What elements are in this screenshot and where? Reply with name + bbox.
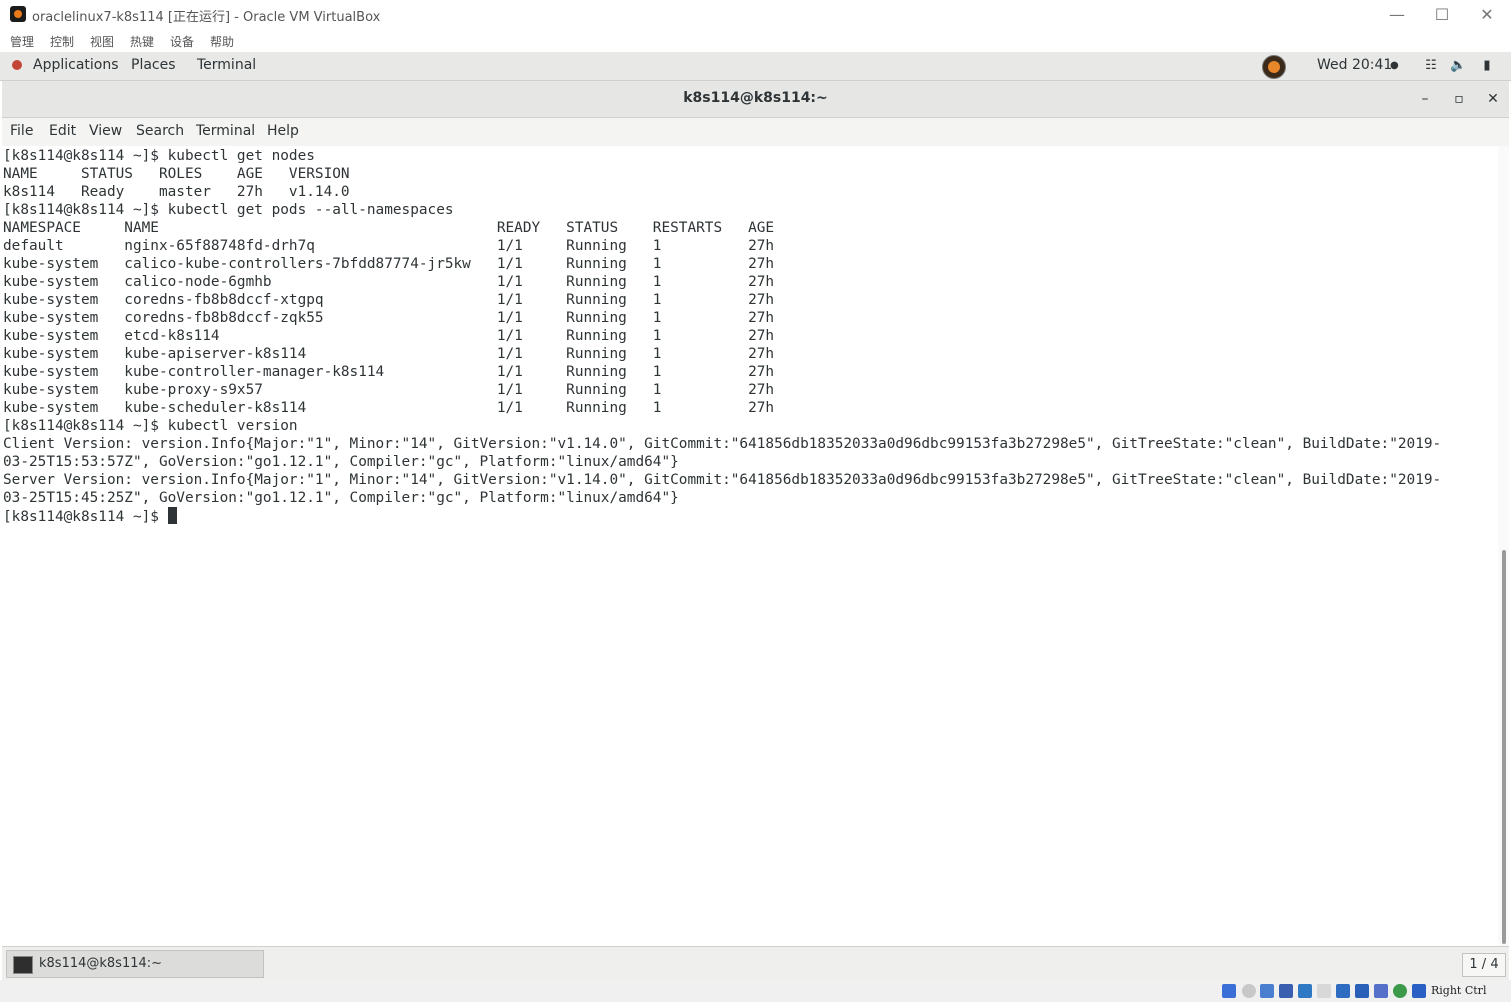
terminal-prompt: [k8s114@k8s114 ~]$ — [3, 509, 168, 525]
terminal-maximize-button[interactable]: ▫ — [1449, 89, 1469, 109]
battery-icon[interactable]: ▮ — [1479, 58, 1495, 74]
clock[interactable]: Wed 20:41 — [1317, 57, 1392, 73]
menu-view[interactable]: View — [89, 123, 122, 139]
video-capture-icon[interactable] — [1355, 984, 1369, 998]
terminal-output: [k8s114@k8s114 ~]$ kubectl get nodes NAM… — [3, 148, 1442, 506]
terminal-menubar: File Edit View Search Terminal Help — [2, 118, 1509, 146]
applications-menu[interactable]: Applications — [33, 57, 119, 73]
virtualization-icon[interactable] — [1374, 984, 1388, 998]
window-list-bar: k8s114@k8s114:~ 1 / 4 — [2, 946, 1509, 981]
usb-icon[interactable] — [1298, 984, 1312, 998]
audio-icon[interactable] — [1260, 984, 1274, 998]
vbox-menu-help[interactable]: 帮助 — [210, 33, 234, 50]
menu-terminal[interactable]: Terminal — [196, 123, 255, 139]
terminal-text: [k8s114@k8s114 ~]$ kubectl get nodes NAM… — [3, 147, 1441, 526]
scrollbar-thumb[interactable] — [1502, 550, 1506, 944]
text-cursor — [167, 507, 177, 524]
places-menu[interactable]: Places — [131, 57, 176, 73]
terminal-close-button[interactable]: ✕ — [1483, 89, 1503, 109]
menu-file[interactable]: File — [10, 123, 33, 139]
maximize-button[interactable]: ☐ — [1420, 0, 1464, 30]
vbox-titlebar: oraclelinux7-k8s114 [正在运行] - Oracle VM V… — [0, 0, 1511, 30]
virtualbox-app-icon — [10, 6, 26, 22]
notification-dot-icon: ● — [1390, 60, 1399, 71]
minimize-button[interactable]: — — [1375, 0, 1419, 30]
network-icon[interactable]: ☷ — [1423, 58, 1439, 74]
network-adapter-icon[interactable] — [1279, 984, 1293, 998]
close-button[interactable]: ✕ — [1465, 0, 1509, 30]
vbox-menu-control[interactable]: 控制 — [50, 33, 74, 50]
terminal-launcher[interactable]: Terminal — [197, 57, 256, 73]
shared-folders-icon[interactable] — [1317, 984, 1331, 998]
window-title: oraclelinux7-k8s114 [正在运行] - Oracle VM V… — [32, 10, 381, 25]
terminal-icon — [13, 956, 33, 974]
applications-icon — [12, 60, 22, 70]
menu-search[interactable]: Search — [136, 123, 184, 139]
terminal-output-area[interactable]: [k8s114@k8s114 ~]$ kubectl get nodes NAM… — [2, 146, 1498, 946]
display-icon[interactable] — [1336, 984, 1350, 998]
taskbar-item-terminal[interactable]: k8s114@k8s114:~ — [6, 950, 264, 978]
terminal-scrollbar[interactable] — [1498, 146, 1509, 946]
vbox-menu-devices[interactable]: 设备 — [170, 33, 194, 50]
terminal-window-title: k8s114@k8s114:~ — [683, 90, 828, 106]
terminal-titlebar: k8s114@k8s114:~ – ▫ ✕ — [2, 81, 1509, 118]
optical-drive-icon[interactable] — [1242, 984, 1256, 998]
host-key-label: Right Ctrl — [1431, 984, 1487, 997]
menu-help[interactable]: Help — [267, 123, 299, 139]
terminal-minimize-button[interactable]: – — [1415, 89, 1435, 109]
volume-icon[interactable]: 🔈 — [1450, 58, 1466, 74]
application-badge-icon[interactable] — [1262, 55, 1286, 79]
menu-edit[interactable]: Edit — [49, 123, 76, 139]
taskbar-item-label: k8s114@k8s114:~ — [39, 956, 163, 971]
vbox-menu-view[interactable]: 视图 — [90, 33, 114, 50]
workspace-indicator[interactable]: 1 / 4 — [1462, 953, 1506, 977]
vbox-menu-hotkey[interactable]: 热键 — [130, 33, 154, 50]
keyboard-capture-icon[interactable] — [1412, 984, 1426, 998]
mouse-integration-icon[interactable] — [1393, 984, 1407, 998]
vbox-menu-manage[interactable]: 管理 — [10, 33, 34, 50]
hard-disk-icon[interactable] — [1222, 984, 1236, 998]
